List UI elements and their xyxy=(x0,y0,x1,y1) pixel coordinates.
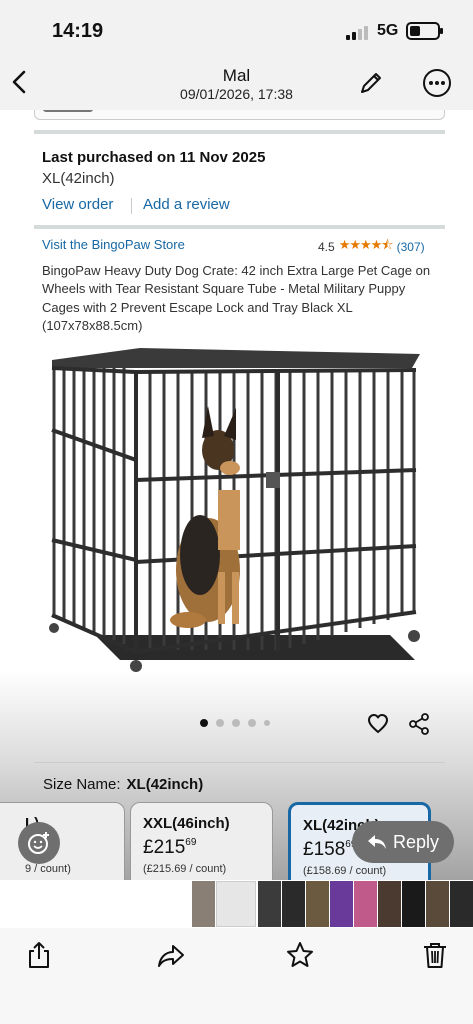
media-thumbnail[interactable] xyxy=(258,881,281,927)
media-thumbnail[interactable] xyxy=(282,881,305,927)
add-review-link[interactable]: Add a review xyxy=(143,196,230,213)
door-latch xyxy=(266,472,280,488)
size-name-label: Size Name: xyxy=(43,776,121,793)
reply-label: Reply xyxy=(392,831,440,852)
image-carousel-dots[interactable] xyxy=(200,719,270,727)
message-header: Mal 09/01/2026, 17:38 xyxy=(0,58,473,110)
more-options-button[interactable] xyxy=(422,68,452,98)
size-option-price: £15869 xyxy=(303,839,357,860)
link-separator xyxy=(131,198,132,214)
divider xyxy=(34,762,445,763)
crate-top xyxy=(52,348,420,368)
product-title: BingoPaw Heavy Duty Dog Crate: 42 inch E… xyxy=(42,263,431,333)
media-thumbnail[interactable] xyxy=(354,881,377,927)
bottom-toolbar xyxy=(0,928,473,1024)
crate-wheel xyxy=(49,623,59,633)
carousel-dot[interactable] xyxy=(264,720,270,726)
wishlist-button[interactable] xyxy=(367,713,389,735)
favorite-button[interactable] xyxy=(285,940,315,970)
size-option-name: XXL(46inch) xyxy=(143,815,230,832)
media-thumbnail[interactable] xyxy=(192,881,215,927)
reply-button[interactable]: Reply xyxy=(352,821,454,863)
size-option-unit-price: (£215.69 / count) xyxy=(143,863,227,875)
size-name-row: Size Name: XL(42inch) xyxy=(43,776,203,793)
selected-size: XL(42inch) xyxy=(126,776,204,793)
clock: 14:19 xyxy=(52,20,104,42)
carousel-dot[interactable] xyxy=(248,719,256,727)
crate-tray xyxy=(95,635,415,660)
media-thumbnail[interactable] xyxy=(306,881,329,927)
view-order-link[interactable]: View order xyxy=(42,196,113,213)
network-type: 5G xyxy=(377,22,399,39)
carousel-dot[interactable] xyxy=(216,719,224,727)
media-thumbnail[interactable] xyxy=(378,881,401,927)
share-button[interactable] xyxy=(24,940,54,970)
forward-button[interactable] xyxy=(156,940,186,970)
last-purchased-label: Last purchased on 11 Nov 2025 xyxy=(42,149,266,166)
rating-value: 4.5 xyxy=(318,240,335,254)
message-timestamp: 09/01/2026, 17:38 xyxy=(180,86,293,102)
size-option-unit-price: (£158.69 / count) xyxy=(303,865,387,877)
media-thumbnail[interactable] xyxy=(402,881,425,927)
crate-wheel xyxy=(408,630,420,642)
purchased-variant: XL(42inch) xyxy=(42,170,115,187)
media-thumbnail[interactable] xyxy=(426,881,449,927)
delete-button[interactable] xyxy=(420,940,450,970)
star-rating-icon: ★★★★⯪ xyxy=(338,237,394,252)
heart-icon xyxy=(368,714,388,733)
media-thumbnail-strip[interactable] xyxy=(0,880,473,928)
previous-item-card xyxy=(34,110,445,120)
dog-illustration xyxy=(170,406,240,628)
product-image[interactable] xyxy=(40,340,432,685)
size-option-card[interactable]: XXL(46inch) £21569 (£215.69 / count) xyxy=(130,802,273,880)
star-icon xyxy=(287,942,313,967)
carousel-dot[interactable] xyxy=(232,719,240,727)
ellipsis-circle-icon xyxy=(423,69,451,97)
crate-wheel xyxy=(130,660,142,672)
product-rating[interactable]: 4.5 ★★★★⯪ (307) xyxy=(318,236,425,258)
previous-item-thumbnail xyxy=(43,110,93,112)
media-thumbnail-current[interactable] xyxy=(216,881,256,927)
media-thumbnail[interactable] xyxy=(330,881,353,927)
reply-arrow-icon xyxy=(367,835,386,849)
review-count: (307) xyxy=(396,240,425,254)
size-option-unit-price: 9 / count) xyxy=(25,863,71,875)
trash-icon xyxy=(424,943,446,968)
edit-button[interactable] xyxy=(356,68,386,98)
sender-name: Mal xyxy=(222,66,251,85)
battery-icon xyxy=(406,22,443,40)
divider xyxy=(34,130,445,134)
forward-arrow-icon xyxy=(158,945,184,967)
share-product-button[interactable] xyxy=(407,712,431,736)
store-link[interactable]: Visit the BingoPaw Store xyxy=(42,237,185,252)
emoji-add-icon xyxy=(28,832,49,854)
divider xyxy=(34,225,445,229)
size-option-price: £21569 xyxy=(143,837,197,858)
status-bar: 14:19 5G xyxy=(0,0,473,58)
share-nodes-icon xyxy=(409,713,429,735)
share-icon xyxy=(29,942,49,968)
media-thumbnail[interactable] xyxy=(450,881,473,927)
pencil-icon xyxy=(361,73,381,93)
signal-icon xyxy=(346,26,370,40)
tapback-button[interactable] xyxy=(18,822,60,864)
shared-product-content[interactable]: Last purchased on 11 Nov 2025 XL(42inch)… xyxy=(0,110,473,880)
carousel-dot[interactable] xyxy=(200,719,208,727)
